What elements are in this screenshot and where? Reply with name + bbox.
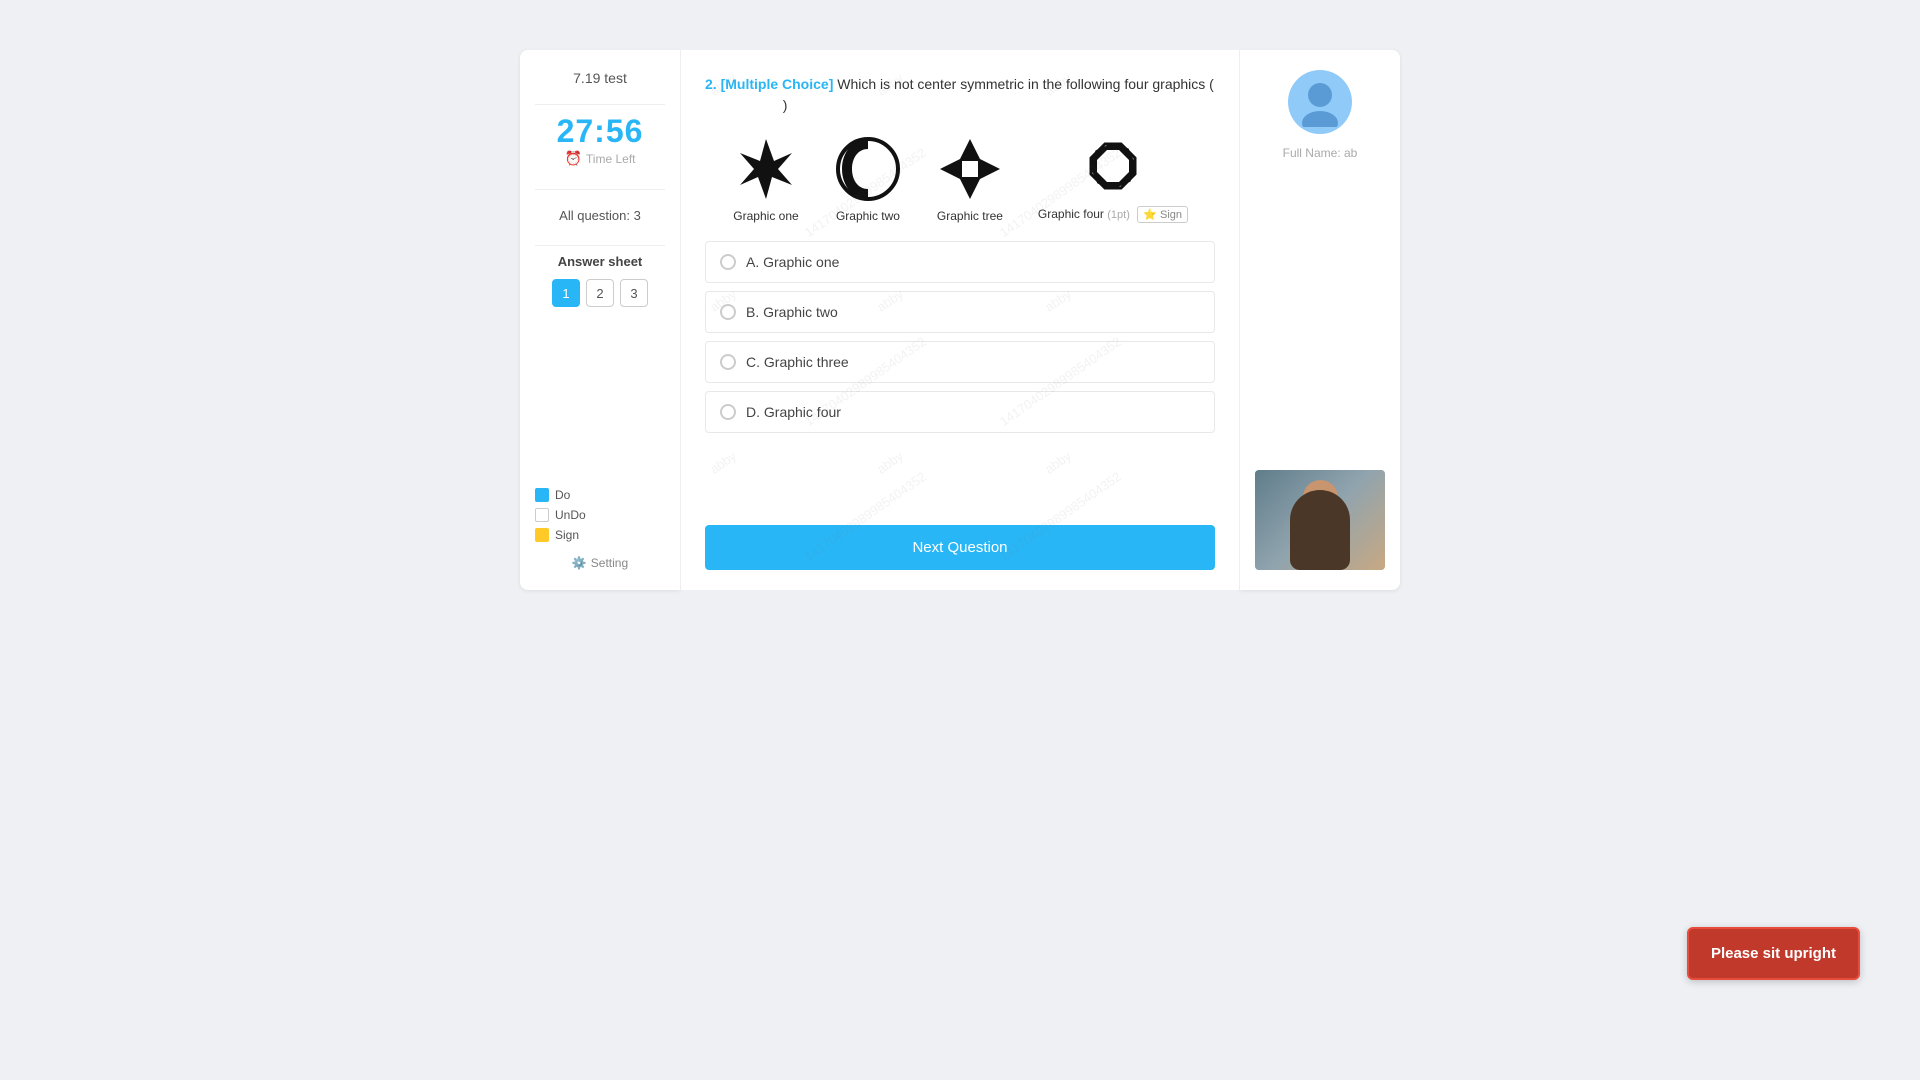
answer-sheet-title: Answer sheet	[558, 254, 643, 269]
point-badge: (1pt)	[1107, 209, 1130, 221]
graphic-three-icon	[936, 135, 1004, 203]
option-c[interactable]: C. Graphic three	[705, 341, 1215, 383]
test-name: 7.19 test	[573, 70, 627, 86]
graphic-one-label: Graphic one	[733, 209, 798, 223]
options-list: A. Graphic one B. Graphic two C. Graphic…	[705, 241, 1215, 505]
graphic-item-one: Graphic one	[732, 135, 800, 223]
option-b[interactable]: B. Graphic two	[705, 291, 1215, 333]
graphic-two-label: Graphic two	[836, 209, 900, 223]
camera-person	[1290, 490, 1350, 570]
graphic-one-icon	[732, 135, 800, 203]
setting-button[interactable]: ⚙️ Setting	[572, 556, 628, 570]
option-a[interactable]: A. Graphic one	[705, 241, 1215, 283]
graphic-item-three: Graphic tree	[936, 135, 1004, 223]
gear-icon: ⚙️	[572, 556, 587, 570]
option-a-radio[interactable]	[720, 254, 736, 270]
legend: Do UnDo Sign	[535, 458, 665, 542]
option-d-text: D. Graphic four	[746, 404, 841, 420]
center-panel: abby abby abby 14170402989985404352 1417…	[680, 50, 1240, 590]
graphic-item-two: Graphic two	[834, 135, 902, 223]
left-panel: 7.19 test 27:56 ⏰ Time Left All question…	[520, 50, 680, 590]
camera-feed	[1255, 470, 1385, 570]
legend-sign: Sign	[535, 528, 665, 542]
sign-badge: ⭐ Sign	[1137, 206, 1188, 223]
undo-icon	[535, 508, 549, 522]
option-b-text: B. Graphic two	[746, 304, 838, 320]
question-number: 2.	[705, 76, 717, 92]
option-c-radio[interactable]	[720, 354, 736, 370]
legend-do: Do	[535, 488, 665, 502]
option-b-radio[interactable]	[720, 304, 736, 320]
option-a-text: A. Graphic one	[746, 254, 839, 270]
sign-icon	[535, 528, 549, 542]
graphic-two-icon	[834, 135, 902, 203]
camera-feed-inner	[1255, 470, 1385, 570]
full-name-value: ab	[1344, 146, 1357, 160]
question-type: [Multiple Choice]	[721, 76, 834, 92]
graphic-item-four: Graphic four (1pt) ⭐ Sign	[1038, 132, 1188, 223]
graphic-four-icon	[1079, 132, 1147, 200]
do-icon	[535, 488, 549, 502]
answer-num-2[interactable]: 2	[586, 279, 614, 307]
question-header: 2. [Multiple Choice] Which is not center…	[705, 74, 1215, 116]
clock-icon: ⏰	[564, 150, 581, 167]
legend-undo: UnDo	[535, 508, 665, 522]
answer-num-3[interactable]: 3	[620, 279, 648, 307]
answer-sheet-numbers: 1 2 3	[552, 279, 648, 307]
graphic-three-label: Graphic tree	[937, 209, 1003, 223]
all-question: All question: 3	[559, 208, 641, 223]
time-left-label: ⏰ Time Left	[564, 150, 635, 167]
right-panel: Full Name: ab	[1240, 50, 1400, 590]
timer-display: 27:56	[557, 113, 644, 150]
graphic-four-label: Graphic four (1pt) ⭐ Sign	[1038, 206, 1188, 223]
option-d[interactable]: D. Graphic four	[705, 391, 1215, 433]
question-text: Which is not center symmetric in the fol…	[837, 76, 1214, 92]
sit-upright-message: Please sit upright	[1711, 945, 1836, 962]
graphics-row: Graphic one Graphic two	[705, 132, 1215, 223]
option-d-radio[interactable]	[720, 404, 736, 420]
answer-num-1[interactable]: 1	[552, 279, 580, 307]
full-name-row: Full Name: ab	[1283, 146, 1358, 160]
option-c-text: C. Graphic three	[746, 354, 849, 370]
avatar	[1288, 70, 1352, 134]
sit-upright-alert: Please sit upright	[1687, 927, 1860, 980]
next-question-button[interactable]: Next Question	[705, 525, 1215, 570]
full-name-label: Full Name:	[1283, 146, 1341, 160]
